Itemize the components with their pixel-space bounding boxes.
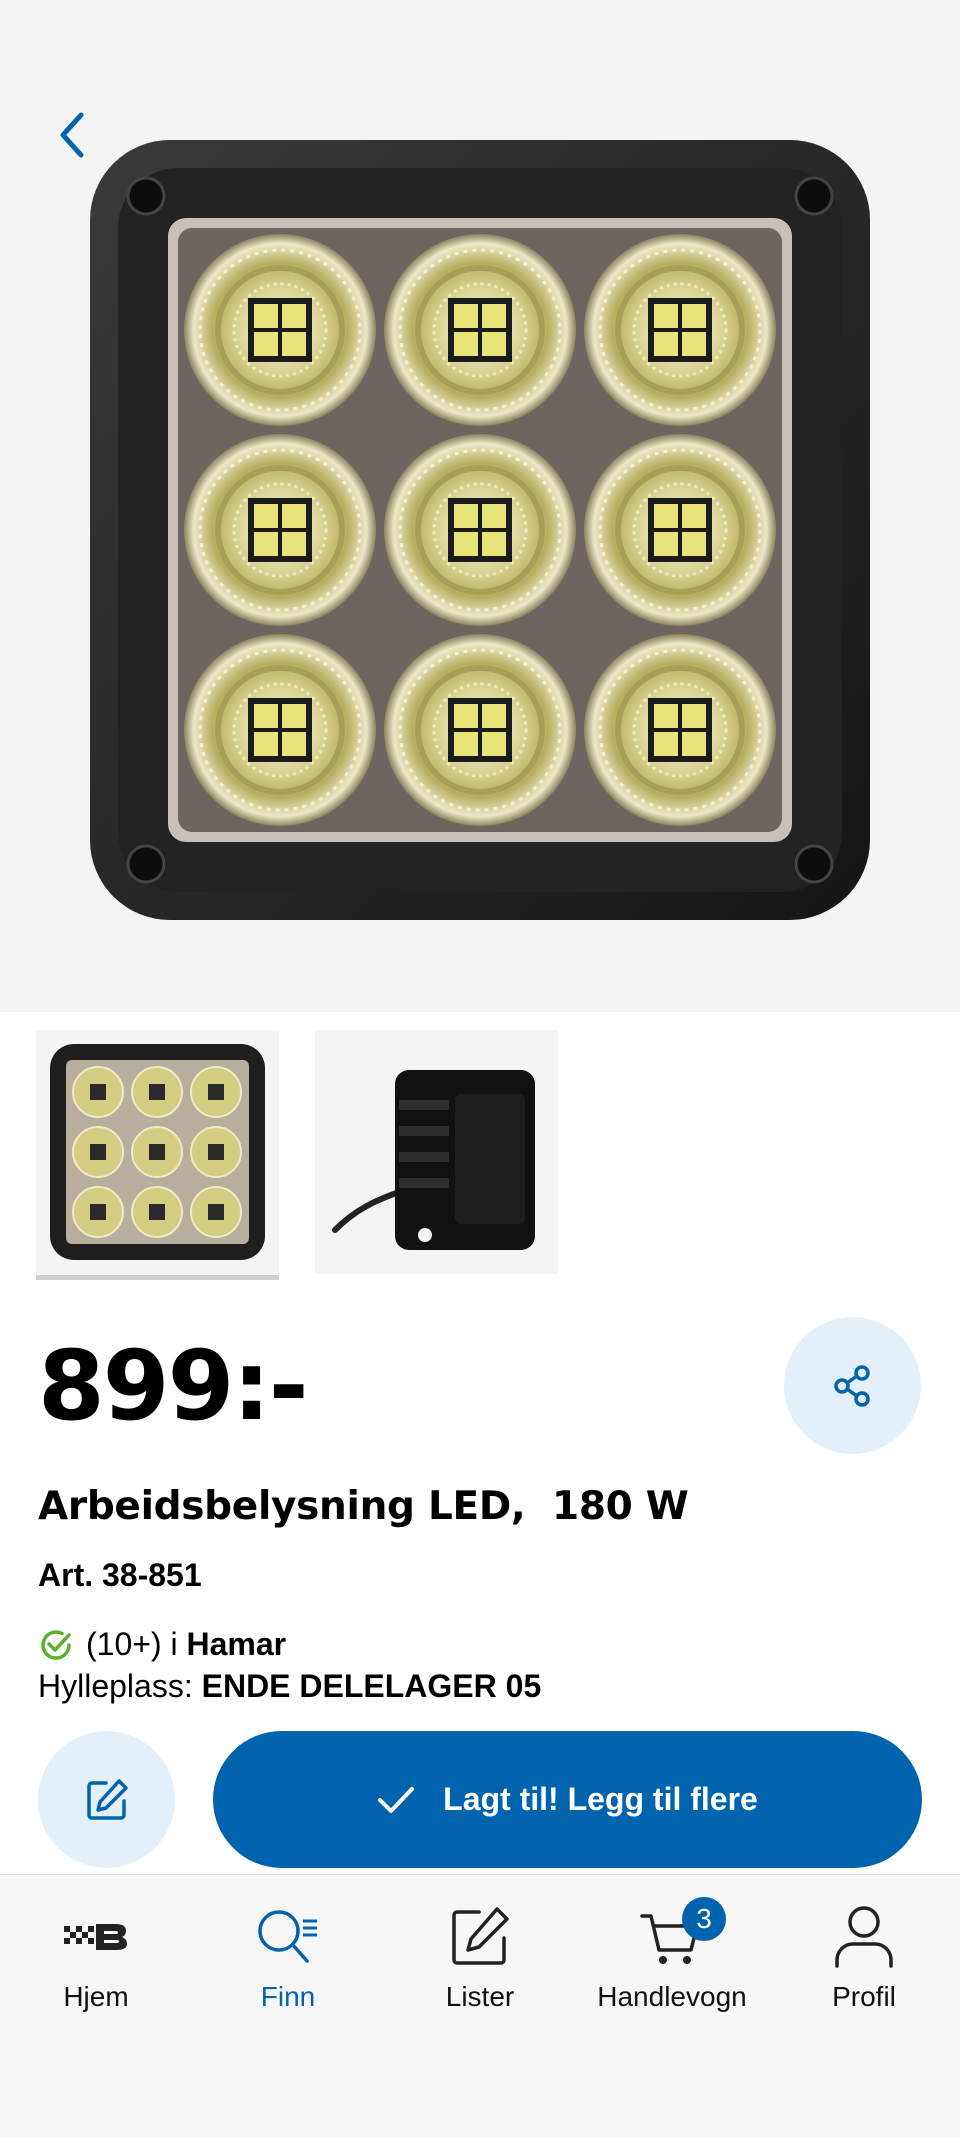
shelf-value: ENDE DELELAGER 05 bbox=[201, 1668, 542, 1704]
cart-count-badge: 3 bbox=[682, 1897, 726, 1941]
tab-hjem[interactable]: Hjem bbox=[0, 1897, 192, 2027]
product-image bbox=[90, 140, 870, 920]
tab-label: Handlevogn bbox=[597, 1981, 747, 2012]
checkmark-icon bbox=[378, 1786, 415, 1813]
tab-finn[interactable]: Finn bbox=[192, 1897, 384, 2027]
home-logo-icon bbox=[64, 1924, 127, 1950]
tab-handlevogn[interactable]: 3 Handlevogn bbox=[576, 1897, 768, 2027]
check-circle-icon bbox=[41, 1629, 71, 1660]
share-icon bbox=[833, 1364, 870, 1407]
stock-status: (10+) i Hamar bbox=[38, 1626, 286, 1663]
product-image-gallery[interactable] bbox=[0, 0, 960, 1012]
edit-icon bbox=[86, 1778, 128, 1820]
shelf-label: Hylleplass: bbox=[38, 1668, 193, 1704]
tab-lister[interactable]: Lister bbox=[384, 1897, 576, 2027]
thumbnail-strip bbox=[36, 1030, 558, 1280]
thumbnail-front[interactable] bbox=[36, 1030, 279, 1280]
tab-label: Profil bbox=[832, 1981, 896, 2012]
stock-store: Hamar bbox=[186, 1626, 287, 1662]
product-title: Arbeidsbelysning LED, 180 W bbox=[38, 1484, 689, 1529]
tab-label: Finn bbox=[260, 1981, 316, 2012]
share-button[interactable] bbox=[784, 1317, 921, 1454]
thumbnail-side[interactable] bbox=[315, 1030, 558, 1274]
search-icon bbox=[258, 1910, 317, 1963]
add-to-cart-label: Lagt til! Legg til flere bbox=[443, 1781, 758, 1817]
stock-count: (10+) i bbox=[86, 1626, 178, 1662]
profile-icon bbox=[835, 1906, 893, 1968]
bottom-tab-bar: Hjem Finn Lister 3 Handlevogn Profil bbox=[0, 1874, 960, 2137]
thumbnail-front-image bbox=[50, 1044, 265, 1260]
shelf-location: Hylleplass: ENDE DELELAGER 05 bbox=[38, 1668, 541, 1705]
chevron-left-icon bbox=[60, 112, 84, 158]
product-price: 899:- bbox=[38, 1330, 309, 1442]
add-to-cart-button[interactable]: Lagt til! Legg til flere bbox=[213, 1731, 922, 1868]
thumbnail-side-image bbox=[332, 1070, 535, 1250]
tab-label: Lister bbox=[445, 1981, 515, 2012]
tab-label: Hjem bbox=[63, 1981, 129, 2012]
article-number: Art. 38-851 bbox=[38, 1557, 202, 1593]
add-note-button[interactable] bbox=[38, 1731, 175, 1868]
tab-profil[interactable]: Profil bbox=[768, 1897, 960, 2027]
edit-list-icon bbox=[452, 1907, 509, 1965]
